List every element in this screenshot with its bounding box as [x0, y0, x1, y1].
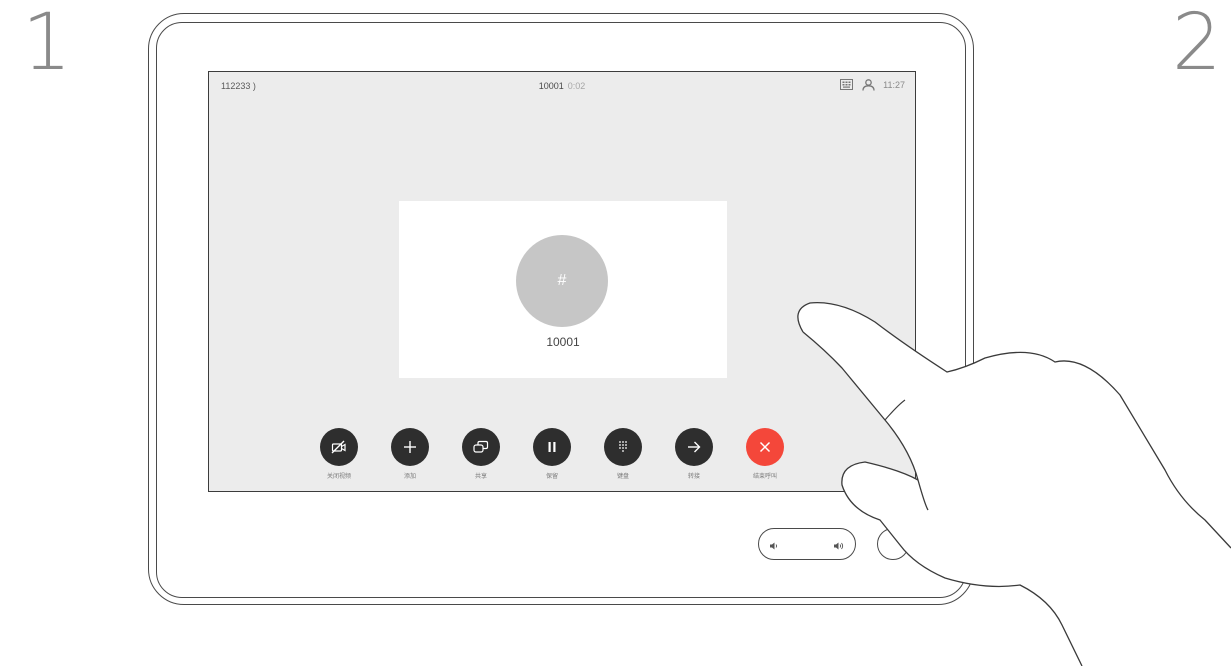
add-button[interactable]: 添加 [385, 428, 435, 480]
add-button-circle[interactable] [391, 428, 429, 466]
end-call-button-circle[interactable] [746, 428, 784, 466]
camera-off-label: 关闭视频 [326, 474, 351, 480]
close-icon [759, 441, 771, 453]
pause-icon [548, 442, 556, 452]
step-number-2: 2 [1172, 0, 1222, 88]
touch-screen: 112233 ) 10001 0:02 11:27 # 10001 关闭视频 添加 [208, 71, 916, 492]
camera-off-button-circle[interactable] [320, 428, 358, 466]
volume-down-icon[interactable] [769, 538, 779, 556]
call-card: # 10001 [399, 201, 727, 378]
camera-off-icon [331, 440, 346, 454]
share-icon [473, 440, 489, 453]
share-label: 共享 [474, 474, 487, 480]
call-duration: 0:02 [567, 81, 586, 91]
caller-avatar: # [516, 235, 608, 327]
keypad-button[interactable]: 键盘 [598, 428, 648, 480]
volume-rocker[interactable] [758, 528, 856, 560]
keypad-icon[interactable] [839, 78, 853, 91]
keypad-button-circle[interactable] [604, 428, 642, 466]
add-label: 添加 [403, 474, 416, 480]
hold-button-circle[interactable] [533, 428, 571, 466]
status-icons: 11:27 [839, 78, 905, 91]
clock: 11:27 [883, 79, 905, 90]
end-call-label: 结束呼叫 [752, 474, 777, 480]
plus-icon [404, 441, 416, 453]
hold-button[interactable]: 保留 [527, 428, 577, 480]
arrow-right-icon [688, 441, 701, 453]
call-controls: 关闭视频 添加 共享 保留 键盘 转接 结束呼叫 [209, 428, 915, 488]
volume-up-icon[interactable] [833, 538, 845, 556]
camera-off-button[interactable]: 关闭视频 [314, 428, 364, 480]
call-status-number: 10001 [538, 81, 564, 91]
keypad-label: 键盘 [616, 474, 629, 480]
power-icon[interactable] [877, 528, 909, 560]
end-call-button[interactable]: 结束呼叫 [740, 428, 790, 480]
step-number-1: 1 [22, 0, 72, 88]
keypad-icon [619, 441, 627, 452]
contacts-icon[interactable] [861, 78, 875, 91]
call-status: 10001 0:02 [209, 81, 915, 91]
hold-label: 保留 [545, 474, 558, 480]
caller-number: 10001 [546, 335, 580, 349]
transfer-button-circle[interactable] [675, 428, 713, 466]
share-button-circle[interactable] [462, 428, 500, 466]
share-button[interactable]: 共享 [456, 428, 506, 480]
transfer-button[interactable]: 转接 [669, 428, 719, 480]
transfer-label: 转接 [687, 474, 700, 480]
